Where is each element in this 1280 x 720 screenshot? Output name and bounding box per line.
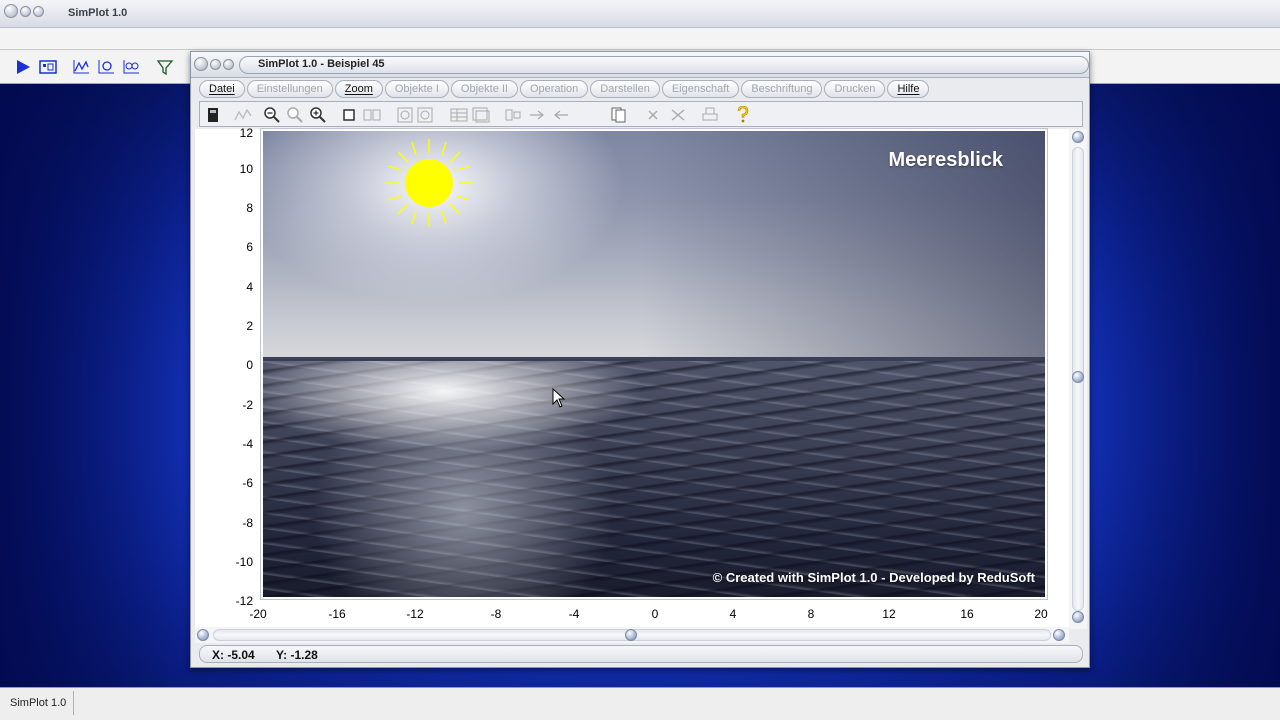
credit-text: © Created with SimPlot 1.0 - Developed b… bbox=[712, 570, 1035, 585]
print-icon[interactable] bbox=[701, 106, 719, 123]
sea-view-image: Meeresblick © Created with SimPlot 1.0 -… bbox=[260, 128, 1048, 600]
y-coordinate: Y: -1.28 bbox=[276, 648, 318, 662]
arrow-right-icon[interactable] bbox=[528, 106, 546, 123]
zoom-reset-icon[interactable] bbox=[286, 106, 304, 123]
menu-objekte-1[interactable]: Objekte I bbox=[384, 80, 449, 98]
arrow-left-icon[interactable] bbox=[552, 106, 570, 123]
sun-icon bbox=[385, 139, 473, 227]
plot-window-controls bbox=[194, 57, 234, 71]
table-graph-icon[interactable] bbox=[122, 59, 140, 75]
x-tick-label: -12 bbox=[406, 607, 424, 621]
scroll-left-button[interactable] bbox=[197, 629, 209, 641]
calculator-icon[interactable] bbox=[39, 59, 57, 75]
window-controls bbox=[4, 4, 44, 18]
y-tick-label: -8 bbox=[242, 516, 253, 530]
x-tick-label: -8 bbox=[490, 607, 502, 621]
graph-icon[interactable] bbox=[72, 59, 90, 75]
plot-title: Meeresblick bbox=[888, 149, 1003, 171]
table-icon[interactable] bbox=[450, 106, 468, 123]
delete-icon[interactable] bbox=[644, 106, 662, 123]
menu-zoom[interactable]: Zoom bbox=[334, 80, 383, 98]
device-icon[interactable] bbox=[204, 106, 222, 123]
x-coordinate: X: -5.04 bbox=[212, 648, 255, 662]
x-tick-label: -20 bbox=[249, 607, 267, 621]
coordinate-bar: X: -5.04 Y: -1.28 bbox=[199, 645, 1083, 663]
x-tick-label: 4 bbox=[729, 607, 737, 621]
vertical-scroll-thumb[interactable] bbox=[1072, 371, 1084, 383]
parametric-graph-icon[interactable] bbox=[97, 59, 115, 75]
maximize-button[interactable] bbox=[33, 6, 44, 17]
scroll-right-button[interactable] bbox=[1053, 629, 1065, 641]
zoom-in-icon[interactable] bbox=[309, 106, 327, 123]
image-icon[interactable] bbox=[472, 106, 490, 123]
pages-icon[interactable] bbox=[610, 106, 628, 123]
x-tick-label: 12 bbox=[882, 607, 896, 621]
y-tick-label: 4 bbox=[246, 280, 253, 294]
y-tick-label: -12 bbox=[235, 594, 253, 608]
plot-window-titlebar[interactable]: SimPlot 1.0 - Beispiel 45 bbox=[191, 52, 1089, 78]
split-icon[interactable] bbox=[504, 106, 522, 123]
play-icon[interactable] bbox=[14, 59, 32, 75]
delete-all-icon[interactable] bbox=[669, 106, 687, 123]
x-tick-label: 8 bbox=[807, 607, 815, 621]
x-tick-label: 16 bbox=[960, 607, 974, 621]
scroll-down-button[interactable] bbox=[1072, 611, 1084, 623]
help-icon[interactable] bbox=[734, 106, 752, 123]
plot-area[interactable]: 12 10 8 6 4 2 0 -2 -4 -6 -8 -10 -12 Meer… bbox=[195, 126, 1071, 629]
app-menubar bbox=[0, 28, 1280, 50]
menu-datei[interactable]: Datei bbox=[199, 80, 245, 98]
app-statusbar: SimPlot 1.0 bbox=[0, 687, 1280, 720]
app-title: SimPlot 1.0 bbox=[68, 7, 128, 19]
menu-operation[interactable]: Operation bbox=[519, 80, 589, 98]
menu-hilfe[interactable]: Hilfe bbox=[887, 80, 930, 98]
mouse-cursor-icon bbox=[552, 388, 566, 408]
y-tick-label: -4 bbox=[242, 437, 253, 451]
y-tick-label: 8 bbox=[246, 201, 253, 215]
plot-window-close-button[interactable] bbox=[194, 57, 208, 71]
menu-darstellen[interactable]: Darstellen bbox=[590, 80, 660, 98]
y-tick-label: -6 bbox=[242, 476, 253, 490]
y-tick-label: 0 bbox=[246, 358, 253, 372]
filter-icon[interactable] bbox=[156, 59, 174, 75]
y-tick-label: 6 bbox=[246, 240, 253, 254]
y-tick-label: 12 bbox=[239, 126, 253, 140]
zoom-out-icon[interactable] bbox=[263, 106, 281, 123]
plot-window-title: SimPlot 1.0 - Beispiel 45 bbox=[258, 58, 385, 70]
menu-objekte-2[interactable]: Objekte II bbox=[450, 80, 518, 98]
close-button[interactable] bbox=[4, 4, 18, 18]
horizontal-scroll-thumb[interactable] bbox=[625, 629, 637, 641]
x-tick-label: 20 bbox=[1034, 607, 1048, 621]
grid-icon[interactable] bbox=[363, 106, 381, 123]
menu-beschriftung[interactable]: Beschriftung bbox=[741, 80, 823, 98]
x-tick-label: 0 bbox=[651, 607, 659, 621]
app-titlebar: SimPlot 1.0 bbox=[0, 0, 1280, 28]
x-tick-label: -16 bbox=[328, 607, 346, 621]
menu-eigenschaft[interactable]: Eigenschaft bbox=[661, 80, 740, 98]
plot-toolbar bbox=[199, 101, 1083, 127]
sea bbox=[263, 361, 1045, 597]
vertical-scrollbar[interactable] bbox=[1069, 129, 1087, 629]
scroll-up-button[interactable] bbox=[1072, 131, 1084, 143]
measure-icon[interactable] bbox=[234, 106, 252, 123]
menu-drucken[interactable]: Drucken bbox=[824, 80, 886, 98]
y-tick-label: -10 bbox=[235, 555, 253, 569]
y-tick-label: -2 bbox=[242, 398, 253, 412]
plot-window-minimize-button[interactable] bbox=[210, 59, 221, 70]
rectangle-icon[interactable] bbox=[340, 106, 358, 123]
plot-window: SimPlot 1.0 - Beispiel 45 Datei Einstell… bbox=[190, 51, 1090, 668]
x-tick-label: -4 bbox=[568, 607, 580, 621]
plot-window-maximize-button[interactable] bbox=[223, 59, 234, 70]
status-text: SimPlot 1.0 bbox=[4, 691, 74, 715]
horizontal-scrollbar[interactable] bbox=[195, 627, 1069, 643]
plot-menubar: Datei Einstellungen Zoom Objekte I Objek… bbox=[199, 80, 1083, 100]
copy-left-icon[interactable] bbox=[396, 106, 414, 123]
menu-einstellungen[interactable]: Einstellungen bbox=[246, 80, 333, 98]
y-tick-label: 2 bbox=[246, 319, 253, 333]
copy-right-icon[interactable] bbox=[416, 106, 434, 123]
y-tick-label: 10 bbox=[239, 162, 253, 176]
minimize-button[interactable] bbox=[20, 6, 31, 17]
